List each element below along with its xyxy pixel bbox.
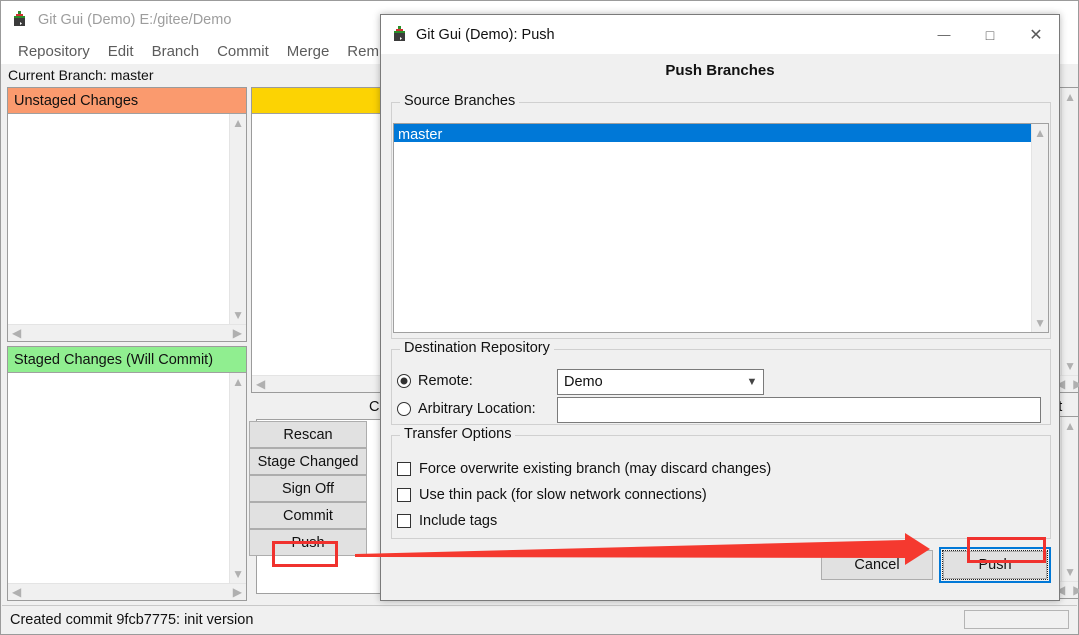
scroll-right-icon[interactable]: ▶ xyxy=(1069,581,1079,599)
commit-button[interactable]: Commit xyxy=(249,502,367,529)
scroll-down-icon[interactable]: ▼ xyxy=(1060,563,1079,581)
main-window-title: Git Gui (Demo) E:/gitee/Demo xyxy=(38,11,232,28)
unstaged-changes-title: Unstaged Changes xyxy=(14,92,139,109)
remote-combobox-value: Demo xyxy=(564,374,603,390)
unstaged-changes-header: Unstaged Changes xyxy=(8,88,246,114)
stage-changed-button[interactable]: Stage Changed xyxy=(249,448,367,475)
push-button[interactable]: Push xyxy=(249,529,367,556)
force-overwrite-checkbox-row[interactable]: Force overwrite existing branch (may dis… xyxy=(397,461,771,477)
force-overwrite-label: Force overwrite existing branch (may dis… xyxy=(419,461,772,477)
scroll-left-icon[interactable]: ◀ xyxy=(8,583,25,601)
include-tags-label: Include tags xyxy=(419,513,498,529)
destination-repository-label: Destination Repository xyxy=(400,340,554,356)
thin-pack-checkbox[interactable] xyxy=(397,488,411,502)
source-branches-listbox[interactable]: master ▲ ▼ xyxy=(393,123,1049,333)
dialog-cancel-button[interactable]: Cancel xyxy=(821,550,933,580)
scroll-right-icon[interactable]: ▶ xyxy=(1069,375,1079,393)
scroll-right-icon[interactable]: ▶ xyxy=(229,324,246,342)
include-tags-checkbox[interactable] xyxy=(397,514,411,528)
sign-off-button[interactable]: Sign Off xyxy=(249,475,367,502)
scroll-down-icon[interactable]: ▼ xyxy=(228,306,248,324)
branch-list-item-master[interactable]: master xyxy=(394,124,1031,143)
push-dialog-titlebar: Git Gui (Demo): Push — □ ✕ xyxy=(381,15,1059,54)
menu-edit[interactable]: Edit xyxy=(99,43,143,60)
remote-radio[interactable] xyxy=(397,374,411,388)
rescan-button[interactable]: Rescan xyxy=(249,421,367,448)
push-dialog-window-controls: — □ ✕ xyxy=(921,15,1059,54)
menu-commit[interactable]: Commit xyxy=(208,43,278,60)
scroll-down-icon[interactable]: ▼ xyxy=(1030,314,1048,332)
menu-repository[interactable]: Repository xyxy=(9,43,99,60)
force-overwrite-checkbox[interactable] xyxy=(397,462,411,476)
scroll-up-icon[interactable]: ▲ xyxy=(1060,417,1079,435)
scroll-up-icon[interactable]: ▲ xyxy=(1030,124,1048,142)
git-gui-icon xyxy=(11,11,28,28)
staged-vertical-scrollbar[interactable]: ▲ ▼ xyxy=(229,373,246,583)
source-branches-label: Source Branches xyxy=(400,93,520,109)
remote-combobox[interactable]: Demo ▼ xyxy=(557,369,764,395)
scroll-up-icon[interactable]: ▲ xyxy=(1060,88,1079,106)
thin-pack-checkbox-row[interactable]: Use thin pack (for slow network connecti… xyxy=(397,487,707,503)
minimize-icon[interactable]: — xyxy=(921,15,967,54)
remote-radio-label: Remote: xyxy=(418,373,473,389)
include-tags-checkbox-row[interactable]: Include tags xyxy=(397,513,497,529)
push-dialog-heading: Push Branches xyxy=(665,62,775,79)
menu-branch[interactable]: Branch xyxy=(143,43,209,60)
remote-radio-row[interactable]: Remote: xyxy=(397,373,473,389)
staged-horizontal-scrollbar[interactable]: ◀ ▶ xyxy=(8,583,246,600)
scroll-left-icon[interactable]: ◀ xyxy=(8,324,25,342)
unstaged-vertical-scrollbar[interactable]: ▲ ▼ xyxy=(229,114,246,324)
main-action-buttons: Rescan Stage Changed Sign Off Commit Pus… xyxy=(249,421,367,556)
scroll-up-icon[interactable]: ▲ xyxy=(228,114,248,132)
right-panel-vertical-scrollbar[interactable]: ▲ ▼ xyxy=(1061,88,1078,375)
right-lower-vertical-scrollbar[interactable]: ▲ ▼ xyxy=(1061,417,1078,581)
git-gui-icon xyxy=(391,26,408,43)
dialog-push-button[interactable]: Push xyxy=(943,551,1047,579)
scroll-right-icon[interactable]: ▶ xyxy=(229,583,246,601)
unstaged-horizontal-scrollbar[interactable]: ◀ ▶ xyxy=(8,324,246,341)
menu-merge[interactable]: Merge xyxy=(278,43,339,60)
staged-changes-frame: Staged Changes (Will Commit) ▲ ▼ ◀ ▶ xyxy=(7,346,247,601)
scroll-left-icon[interactable]: ◀ xyxy=(252,375,269,393)
push-dialog: Git Gui (Demo): Push — □ ✕ Push Branches… xyxy=(380,14,1060,601)
unstaged-changes-list[interactable]: ▲ ▼ ◀ ▶ xyxy=(8,114,246,341)
source-branches-scrollbar[interactable]: ▲ ▼ xyxy=(1031,124,1048,332)
status-text: Created commit 9fcb7775: init version xyxy=(10,611,254,628)
maximize-icon[interactable]: □ xyxy=(967,15,1013,54)
staged-changes-list[interactable]: ▲ ▼ ◀ ▶ xyxy=(8,373,246,600)
scroll-up-icon[interactable]: ▲ xyxy=(228,373,248,391)
close-icon[interactable]: ✕ xyxy=(1013,15,1059,54)
push-dialog-title: Git Gui (Demo): Push xyxy=(416,26,555,43)
thin-pack-label: Use thin pack (for slow network connecti… xyxy=(419,487,707,503)
staged-changes-header: Staged Changes (Will Commit) xyxy=(8,347,246,373)
status-progress-box xyxy=(964,610,1069,629)
arbitrary-location-radio-row[interactable]: Arbitrary Location: xyxy=(397,401,536,417)
arbitrary-location-input[interactable] xyxy=(557,397,1041,423)
staged-changes-title: Staged Changes (Will Commit) xyxy=(14,351,214,368)
unstaged-changes-frame: Unstaged Changes ▲ ▼ ◀ ▶ xyxy=(7,87,247,342)
arbitrary-location-radio[interactable] xyxy=(397,402,411,416)
status-bar: Created commit 9fcb7775: init version xyxy=(2,605,1077,633)
arbitrary-location-radio-label: Arbitrary Location: xyxy=(418,401,536,417)
scroll-down-icon[interactable]: ▼ xyxy=(228,565,248,583)
scroll-down-icon[interactable]: ▼ xyxy=(1060,357,1079,375)
chevron-down-icon[interactable]: ▼ xyxy=(741,376,763,388)
transfer-options-label: Transfer Options xyxy=(400,426,516,442)
